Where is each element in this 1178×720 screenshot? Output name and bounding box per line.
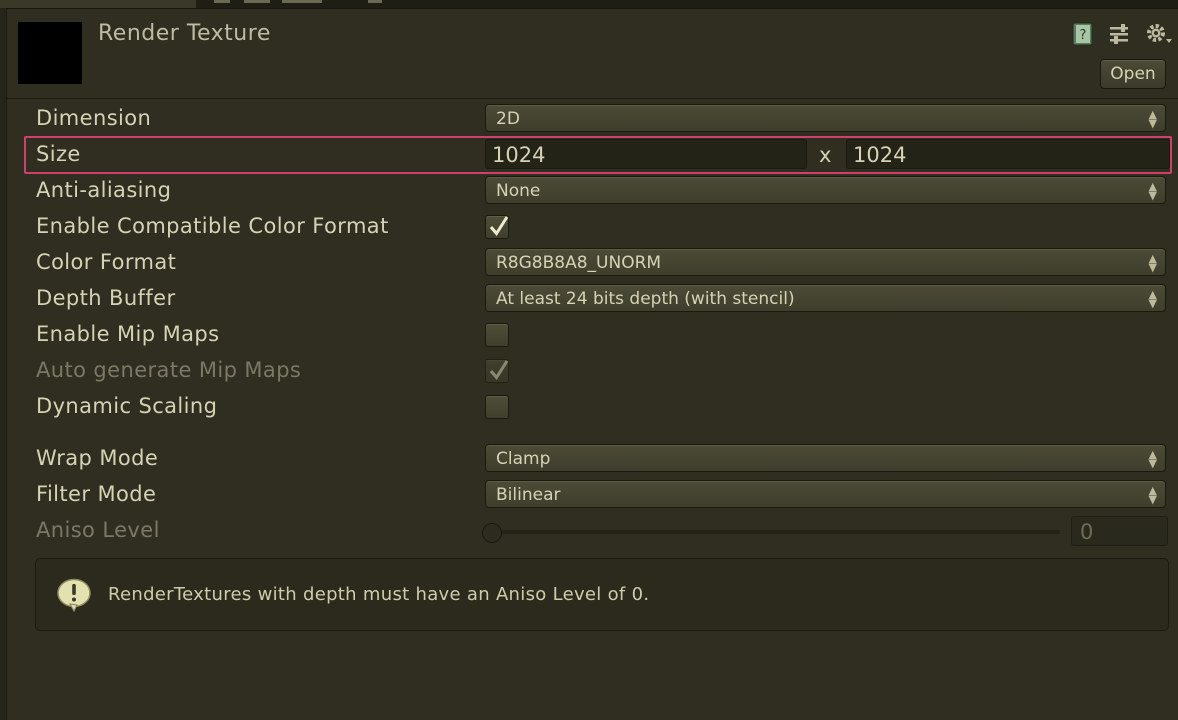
dynamic-scaling-label: Dynamic Scaling — [36, 394, 218, 418]
depth-buffer-value: At least 24 bits depth (with stencil) — [496, 289, 795, 309]
help-box: RenderTextures with depth must have an A… — [35, 558, 1169, 631]
dimension-label: Dimension — [36, 106, 152, 130]
checkmark-icon — [489, 216, 509, 237]
dimension-dropdown[interactable]: 2D ▲ ▼ — [485, 104, 1166, 132]
mip-maps-checkbox[interactable] — [485, 323, 509, 347]
color-format-value: R8G8B8A8_UNORM — [496, 253, 662, 273]
dropdown-arrows-icon: ▲ ▼ — [1148, 484, 1157, 506]
aniso-level-row: Aniso Level 0 — [7, 513, 1178, 549]
dropdown-arrows-icon: ▲ ▼ — [1148, 252, 1157, 274]
left-panel-edge — [0, 8, 7, 720]
color-format-dropdown[interactable]: R8G8B8A8_UNORM ▲ ▼ — [485, 248, 1166, 276]
inspector-header: Render Texture ? Open — [7, 9, 1178, 99]
open-button[interactable]: Open — [1100, 59, 1166, 89]
compatible-color-format-label: Enable Compatible Color Format — [36, 214, 389, 238]
dynamic-scaling-row: Dynamic Scaling — [7, 389, 1178, 425]
wrap-mode-label: Wrap Mode — [36, 446, 159, 470]
tab-fragment — [214, 0, 230, 3]
svg-text:?: ? — [1080, 28, 1087, 43]
dimension-row: Dimension 2D ▲ ▼ — [7, 101, 1178, 137]
filter-mode-row: Filter Mode Bilinear ▲ ▼ — [7, 477, 1178, 513]
anti-aliasing-value: None — [496, 181, 541, 201]
active-tab[interactable] — [0, 0, 196, 8]
wrap-mode-dropdown[interactable]: Clamp ▲ ▼ — [485, 444, 1166, 472]
depth-buffer-row: Depth Buffer At least 24 bits depth (wit… — [7, 281, 1178, 317]
wrap-mode-value: Clamp — [496, 449, 551, 469]
filter-mode-dropdown[interactable]: Bilinear ▲ ▼ — [485, 480, 1166, 508]
asset-title: Render Texture — [98, 21, 271, 46]
mip-maps-label: Enable Mip Maps — [36, 322, 220, 346]
auto-mip-maps-checkbox — [485, 359, 509, 383]
depth-buffer-label: Depth Buffer — [36, 286, 176, 310]
dropdown-arrows-icon: ▲ ▼ — [1148, 288, 1157, 310]
help-message: RenderTextures with depth must have an A… — [108, 584, 650, 605]
auto-mip-maps-label: Auto generate Mip Maps — [36, 358, 302, 382]
color-format-label: Color Format — [36, 250, 177, 274]
size-highlight-outline — [24, 136, 1172, 174]
depth-buffer-dropdown[interactable]: At least 24 bits depth (with stencil) ▲ ▼ — [485, 284, 1166, 312]
texture-preview-thumbnail — [18, 22, 82, 84]
tab-fragment — [282, 0, 322, 3]
preset-sliders-icon[interactable] — [1106, 21, 1132, 47]
aniso-level-slider-knob — [482, 523, 502, 543]
window-tab-strip — [0, 0, 1178, 9]
dimension-value: 2D — [496, 109, 520, 129]
aniso-level-label: Aniso Level — [36, 518, 160, 542]
dropdown-arrows-icon: ▲ ▼ — [1148, 448, 1157, 470]
help-book-icon[interactable]: ? — [1070, 21, 1096, 47]
settings-gear-icon[interactable] — [1144, 21, 1172, 47]
filter-mode-value: Bilinear — [496, 485, 561, 505]
checkmark-icon — [489, 360, 509, 381]
wrap-mode-row: Wrap Mode Clamp ▲ ▼ — [7, 441, 1178, 477]
tab-fragment — [244, 0, 270, 3]
compatible-color-format-checkbox[interactable] — [485, 215, 509, 239]
filter-mode-label: Filter Mode — [36, 482, 157, 506]
compatible-color-format-row: Enable Compatible Color Format — [7, 209, 1178, 245]
anti-aliasing-row: Anti-aliasing None ▲ ▼ — [7, 173, 1178, 209]
anti-aliasing-dropdown[interactable]: None ▲ ▼ — [485, 176, 1166, 204]
aniso-level-field: 0 — [1071, 516, 1168, 546]
auto-mip-maps-row: Auto generate Mip Maps — [7, 353, 1178, 389]
dropdown-arrows-icon: ▲ ▼ — [1148, 180, 1157, 202]
warning-speech-icon — [57, 578, 91, 612]
mip-maps-row: Enable Mip Maps — [7, 317, 1178, 353]
anti-aliasing-label: Anti-aliasing — [36, 178, 172, 202]
dynamic-scaling-checkbox[interactable] — [485, 395, 509, 419]
color-format-row: Color Format R8G8B8A8_UNORM ▲ ▼ — [7, 245, 1178, 281]
aniso-level-slider-track — [491, 530, 1060, 534]
tab-fragment — [368, 0, 382, 3]
dropdown-arrows-icon: ▲ ▼ — [1148, 108, 1157, 130]
